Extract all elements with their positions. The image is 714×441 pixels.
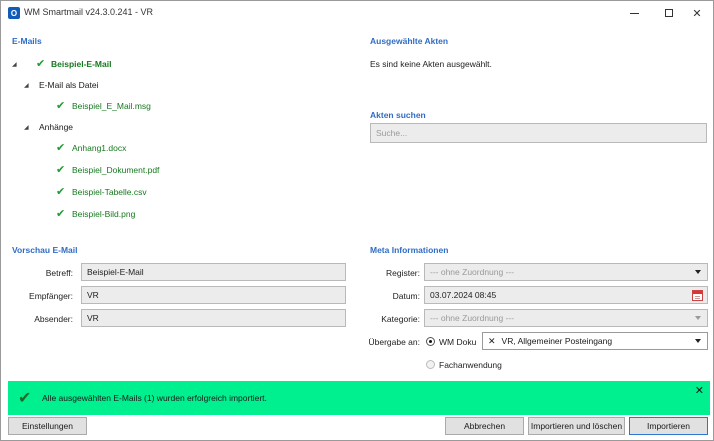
target-select[interactable]: ✕ VR, Allgemeiner Posteingang <box>482 332 708 350</box>
category-select[interactable]: --- ohne Zuordnung --- <box>424 309 708 327</box>
tree-item-label: Beispiel-Tabelle.csv <box>72 187 147 197</box>
tree-item-label: Beispiel_E_Mail.msg <box>72 101 151 111</box>
tree-item-msg-file[interactable]: ✔ Beispiel_E_Mail.msg <box>56 99 151 113</box>
maximize-icon <box>665 9 673 17</box>
tree-item-label: Anhänge <box>39 122 74 132</box>
subject-label: Betreff: <box>45 268 73 278</box>
calendar-icon[interactable] <box>692 290 703 301</box>
success-check-icon: ✔ <box>18 390 32 407</box>
tree-item-file-group[interactable]: ◢ E-Mail als Datei <box>24 78 99 92</box>
search-input[interactable]: Suche... <box>370 123 707 143</box>
check-icon: ✔ <box>36 57 46 70</box>
cancel-button[interactable]: Abbrechen <box>445 417 524 435</box>
date-value: 03.07.2024 08:45 <box>430 290 497 300</box>
check-icon: ✔ <box>56 207 66 220</box>
tree-item-attachment[interactable]: ✔ Beispiel-Bild.png <box>56 207 135 221</box>
radio-wm-doku-label[interactable]: WM Doku <box>439 337 476 347</box>
tree-item-label: Anhang1.docx <box>72 143 127 153</box>
check-icon: ✔ <box>56 141 66 154</box>
meta-section-title: Meta Informationen <box>370 245 449 255</box>
date-picker[interactable]: 03.07.2024 08:45 <box>424 286 708 304</box>
expanded-triangle-icon[interactable]: ◢ <box>24 82 32 89</box>
tree-item-attachment[interactable]: ✔ Beispiel_Dokument.pdf <box>56 163 159 177</box>
date-label: Datum: <box>392 291 420 301</box>
category-label: Kategorie: <box>381 314 420 324</box>
sender-field[interactable]: VR <box>81 309 346 327</box>
selected-files-title: Ausgewählte Akten <box>370 36 449 46</box>
chevron-down-icon <box>695 270 701 274</box>
title-bar: O WM Smartmail v24.3.0.241 - VR ✕ <box>1 1 713 25</box>
selected-files-empty-text: Es sind keine Akten ausgewählt. <box>370 59 492 69</box>
check-icon: ✔ <box>56 99 66 112</box>
sender-label: Absender: <box>34 314 73 324</box>
import-and-delete-button[interactable]: Importieren und löschen <box>528 417 625 435</box>
tree-item-attachment[interactable]: ✔ Anhang1.docx <box>56 141 126 155</box>
radio-fachanwendung-label[interactable]: Fachanwendung <box>439 360 502 370</box>
radio-fachanwendung[interactable] <box>426 360 435 369</box>
outlook-app-icon: O <box>8 7 20 19</box>
close-button[interactable]: ✕ <box>680 1 714 25</box>
subject-field[interactable]: Beispiel-E-Mail <box>81 263 346 281</box>
remove-selection-icon[interactable]: ✕ <box>488 336 496 347</box>
success-message: Alle ausgewählten E-Mails (1) wurden erf… <box>42 393 267 403</box>
recipient-label: Empfänger: <box>29 291 73 301</box>
check-icon: ✔ <box>56 185 66 198</box>
expanded-triangle-icon[interactable]: ◢ <box>24 124 32 131</box>
search-files-title: Akten suchen <box>370 110 426 120</box>
radio-wm-doku[interactable] <box>426 337 435 346</box>
transfer-label: Übergabe an: <box>368 337 420 347</box>
import-button[interactable]: Importieren <box>629 417 708 435</box>
recipient-field[interactable]: VR <box>81 286 346 304</box>
tree-item-attachments-group[interactable]: ◢ Anhänge <box>24 120 73 134</box>
register-select-value: --- ohne Zuordnung --- <box>430 267 515 277</box>
register-select[interactable]: --- ohne Zuordnung --- <box>424 263 708 281</box>
settings-button[interactable]: Einstellungen <box>8 417 87 435</box>
tree-item-label: Beispiel-Bild.png <box>72 209 136 219</box>
tree-item-label: Beispiel-E-Mail <box>51 59 112 69</box>
success-banner: ✔ Alle ausgewählten E-Mails (1) wurden e… <box>8 381 710 415</box>
tree-item-label: Beispiel_Dokument.pdf <box>72 165 160 175</box>
tree-item-attachment[interactable]: ✔ Beispiel-Tabelle.csv <box>56 185 147 199</box>
close-icon: ✕ <box>692 7 702 20</box>
emails-section-title: E-Mails <box>12 36 42 46</box>
target-select-value: VR, Allgemeiner Posteingang <box>501 336 613 346</box>
banner-close-icon[interactable]: ✕ <box>695 384 704 397</box>
register-label: Register: <box>385 268 420 278</box>
minimize-button[interactable] <box>617 1 651 25</box>
chevron-down-icon <box>695 316 701 320</box>
tree-item-label: E-Mail als Datei <box>39 80 99 90</box>
window-title: WM Smartmail v24.3.0.241 - VR <box>24 7 154 17</box>
minimize-icon <box>629 12 639 14</box>
check-icon: ✔ <box>56 163 66 176</box>
chevron-down-icon <box>695 339 701 343</box>
tree-item-root[interactable]: ◢ ✔ Beispiel-E-Mail <box>12 57 111 71</box>
app-window: O WM Smartmail v24.3.0.241 - VR ✕ E-Mail… <box>0 0 714 441</box>
category-select-value: --- ohne Zuordnung --- <box>430 313 515 323</box>
expanded-triangle-icon[interactable]: ◢ <box>12 61 20 68</box>
preview-section-title: Vorschau E-Mail <box>12 245 78 255</box>
